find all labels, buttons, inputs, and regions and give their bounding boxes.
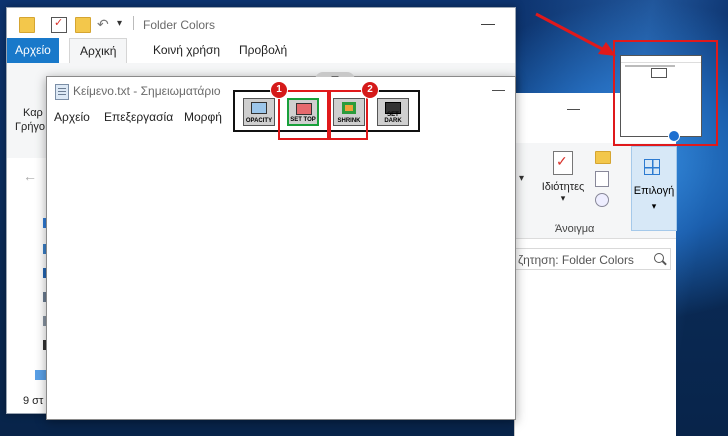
select-button[interactable]: Επιλογή ▾ [631,146,677,231]
menu-file[interactable]: Αρχείο [54,110,90,124]
menu-edit[interactable]: Επεξεργασία [104,110,173,124]
properties-dropdown-icon: ▾ [560,193,566,203]
new-folder-icon[interactable] [75,17,91,33]
explorer-minimize-button[interactable]: — [477,12,499,34]
folder-icon [19,17,35,33]
tab-home[interactable]: Αρχική [69,38,128,64]
notepad-text-area[interactable] [47,129,515,419]
search-input[interactable]: ζητηση: Folder Colors [515,248,671,270]
open-folder-icon[interactable] [595,151,611,164]
explorer-titlebar: ✓ ↶ ▾ Folder Colors — [7,8,515,38]
explorer-title: Folder Colors [143,18,216,32]
properties-icon: ✓ [553,151,573,175]
search-placeholder: ζητηση: Folder Colors [518,253,634,267]
opacity-icon [251,102,267,114]
explorer-right-ribbon: ▾ ✓ Ιδιότητες ▾ Επιλογή ▾ Άνοιγμα [515,143,677,239]
highlight-shrink [329,90,368,140]
step-badge-2: 2 [362,82,378,98]
ribbon-pin-label-2[interactable]: Γρήγο [15,121,45,133]
notepad-title: Κείμενο.txt - Σημειωματάριο [73,84,221,98]
edit-icon[interactable] [595,171,609,187]
history-icon[interactable] [595,193,609,207]
opacity-button[interactable]: OPACITY [243,98,275,126]
chevron-down-icon[interactable]: ▾ [519,173,524,184]
select-label: Επιλογή [633,185,675,197]
opacity-label: OPACITY [245,118,273,124]
notepad-minimize-button[interactable]: — [492,82,505,97]
open-group-label: Άνοιγμα [555,223,595,235]
explorer-ribbon-tabs: Αρχείο Αρχική Κοινή χρήση Προβολή [7,38,515,64]
tab-file[interactable]: Αρχείο [7,38,59,63]
pointer-arrow [535,12,616,56]
title-separator [133,16,134,30]
tab-share[interactable]: Κοινή χρήση [143,38,230,63]
undo-icon[interactable]: ↶ [97,17,111,31]
tab-view[interactable]: Προβολή [229,38,297,63]
highlight-set-top [278,90,329,140]
select-dropdown-icon: ▾ [651,201,657,211]
menu-format[interactable]: Μορφή [184,110,222,124]
notepad-icon [55,84,69,100]
set-dark-button[interactable]: SET DARK [377,98,409,126]
search-icon[interactable] [654,253,664,263]
step-badge-1: 1 [271,82,287,98]
status-bar-item-count: 9 στ [23,395,44,407]
properties-check-icon[interactable]: ✓ [51,17,67,33]
properties-label: Ιδιότητες [541,181,585,193]
set-dark-label: SET DARK [384,112,402,124]
highlight-thumbnail [613,40,718,146]
quick-access-dropdown-icon[interactable]: ▾ [117,17,131,31]
explorer-right-minimize-button[interactable]: — [567,101,580,116]
properties-button[interactable]: ✓ Ιδιότητες ▾ [535,147,591,204]
ribbon-pin-label[interactable]: Καρ [23,107,43,119]
back-arrow-icon[interactable]: ← [23,168,37,184]
select-grid-icon [644,159,660,175]
